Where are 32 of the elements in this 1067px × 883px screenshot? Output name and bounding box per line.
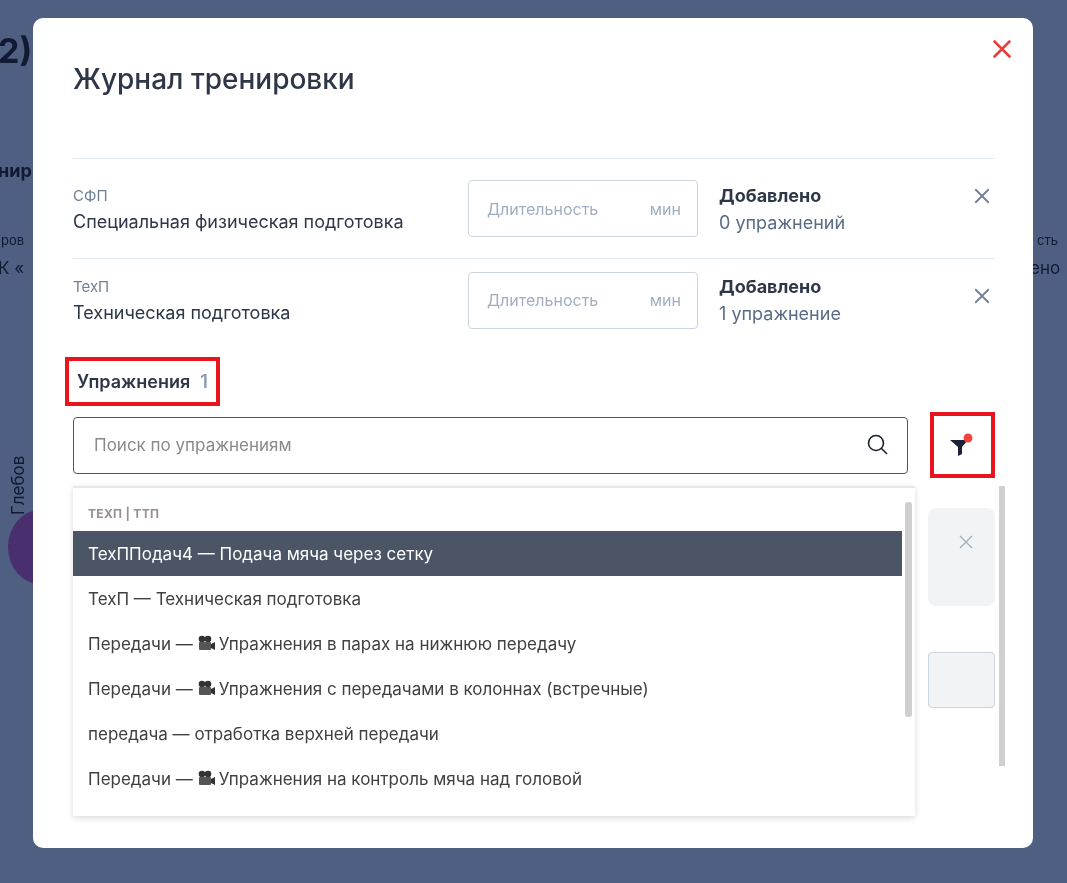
filter-button[interactable] xyxy=(929,412,995,478)
background-text: Глебов xyxy=(8,455,28,515)
section-code: СФП xyxy=(73,185,109,205)
close-icon xyxy=(991,38,1013,60)
remove-button[interactable] xyxy=(973,287,991,305)
search-field[interactable]: Поиск по упражнениям xyxy=(73,416,908,474)
section-title: Упражнения xyxy=(77,371,191,392)
exercise-count: 0 упражнений xyxy=(719,211,847,233)
section-name: Специальная физическая подготовка xyxy=(73,210,405,232)
section-name: Техническая подготовка xyxy=(73,302,292,323)
status-label: Добавлено xyxy=(719,184,823,206)
dialog-title: Журнал тренировки xyxy=(73,62,356,98)
background-text: нир xyxy=(0,160,32,181)
dropdown-item[interactable]: ТехППодач4 — Подача мяча через сетку xyxy=(73,531,902,576)
section-code: ТехП xyxy=(73,277,111,296)
remove-button[interactable] xyxy=(973,187,991,205)
close-icon xyxy=(958,534,974,550)
input-field xyxy=(928,652,995,708)
background-text: ров xyxy=(1,232,25,248)
close-icon xyxy=(973,287,991,305)
background-text: сть xyxy=(1037,232,1058,248)
close-icon xyxy=(973,187,991,205)
status-label: Добавлено xyxy=(719,276,823,297)
unit-label: мин xyxy=(649,290,681,310)
search-icon xyxy=(866,434,889,456)
group-label: ТЕХП | ТТП xyxy=(87,505,161,523)
section-count: 1 xyxy=(200,371,208,392)
unit-label: мин xyxy=(649,198,681,219)
exercise-count: 1 упражнение xyxy=(719,303,842,324)
close-button[interactable] xyxy=(991,38,1013,60)
background-text: К « xyxy=(0,258,25,278)
background-text: 2) xyxy=(0,30,33,71)
